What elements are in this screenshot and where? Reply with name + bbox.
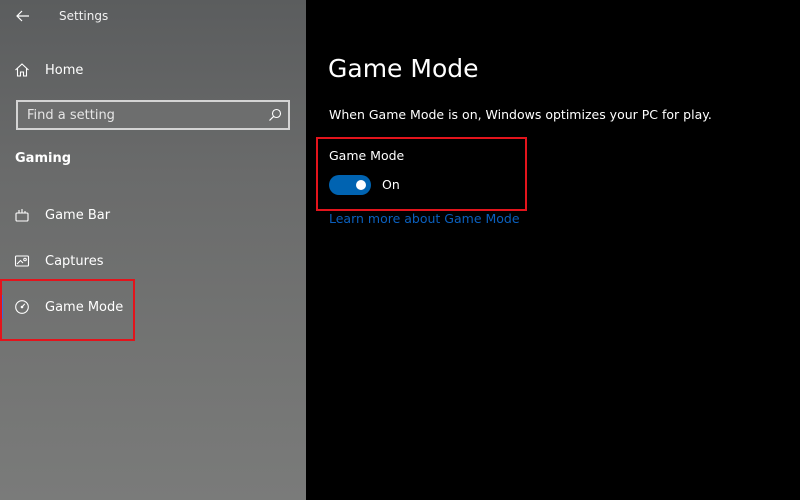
active-indicator (0, 295, 3, 319)
main-content: Game Mode When Game Mode is on, Windows … (306, 0, 800, 500)
game-mode-icon (15, 300, 29, 314)
search-icon[interactable] (268, 108, 282, 122)
game-mode-toggle[interactable] (329, 175, 371, 195)
page-title: Game Mode (328, 54, 479, 83)
search-input[interactable] (18, 102, 258, 128)
sidebar-item-game-mode[interactable]: Game Mode (0, 287, 306, 327)
page-description: When Game Mode is on, Windows optimizes … (329, 107, 712, 122)
sidebar: Settings Home Gaming Game Bar Captures (0, 0, 306, 500)
nav-home[interactable]: Home (0, 50, 306, 90)
sidebar-item-captures[interactable]: Captures (0, 241, 306, 281)
back-button[interactable] (8, 4, 38, 28)
nav-home-label: Home (45, 62, 84, 78)
app-title: Settings (59, 9, 109, 23)
sidebar-item-label: Game Mode (45, 299, 124, 315)
back-arrow-icon (16, 10, 29, 22)
section-heading: Gaming (15, 151, 72, 166)
game-mode-setting-label: Game Mode (329, 148, 405, 163)
toggle-state-label: On (382, 177, 400, 192)
home-icon (15, 63, 29, 77)
game-bar-icon (15, 209, 29, 222)
title-bar: Settings (0, 0, 306, 34)
sidebar-item-game-bar[interactable]: Game Bar (0, 195, 306, 235)
sidebar-item-label: Game Bar (45, 207, 111, 223)
learn-more-link[interactable]: Learn more about Game Mode (329, 211, 520, 226)
captures-icon (14, 255, 30, 267)
sidebar-item-label: Captures (45, 253, 104, 269)
toggle-knob (356, 180, 366, 190)
search-box[interactable] (16, 100, 290, 130)
